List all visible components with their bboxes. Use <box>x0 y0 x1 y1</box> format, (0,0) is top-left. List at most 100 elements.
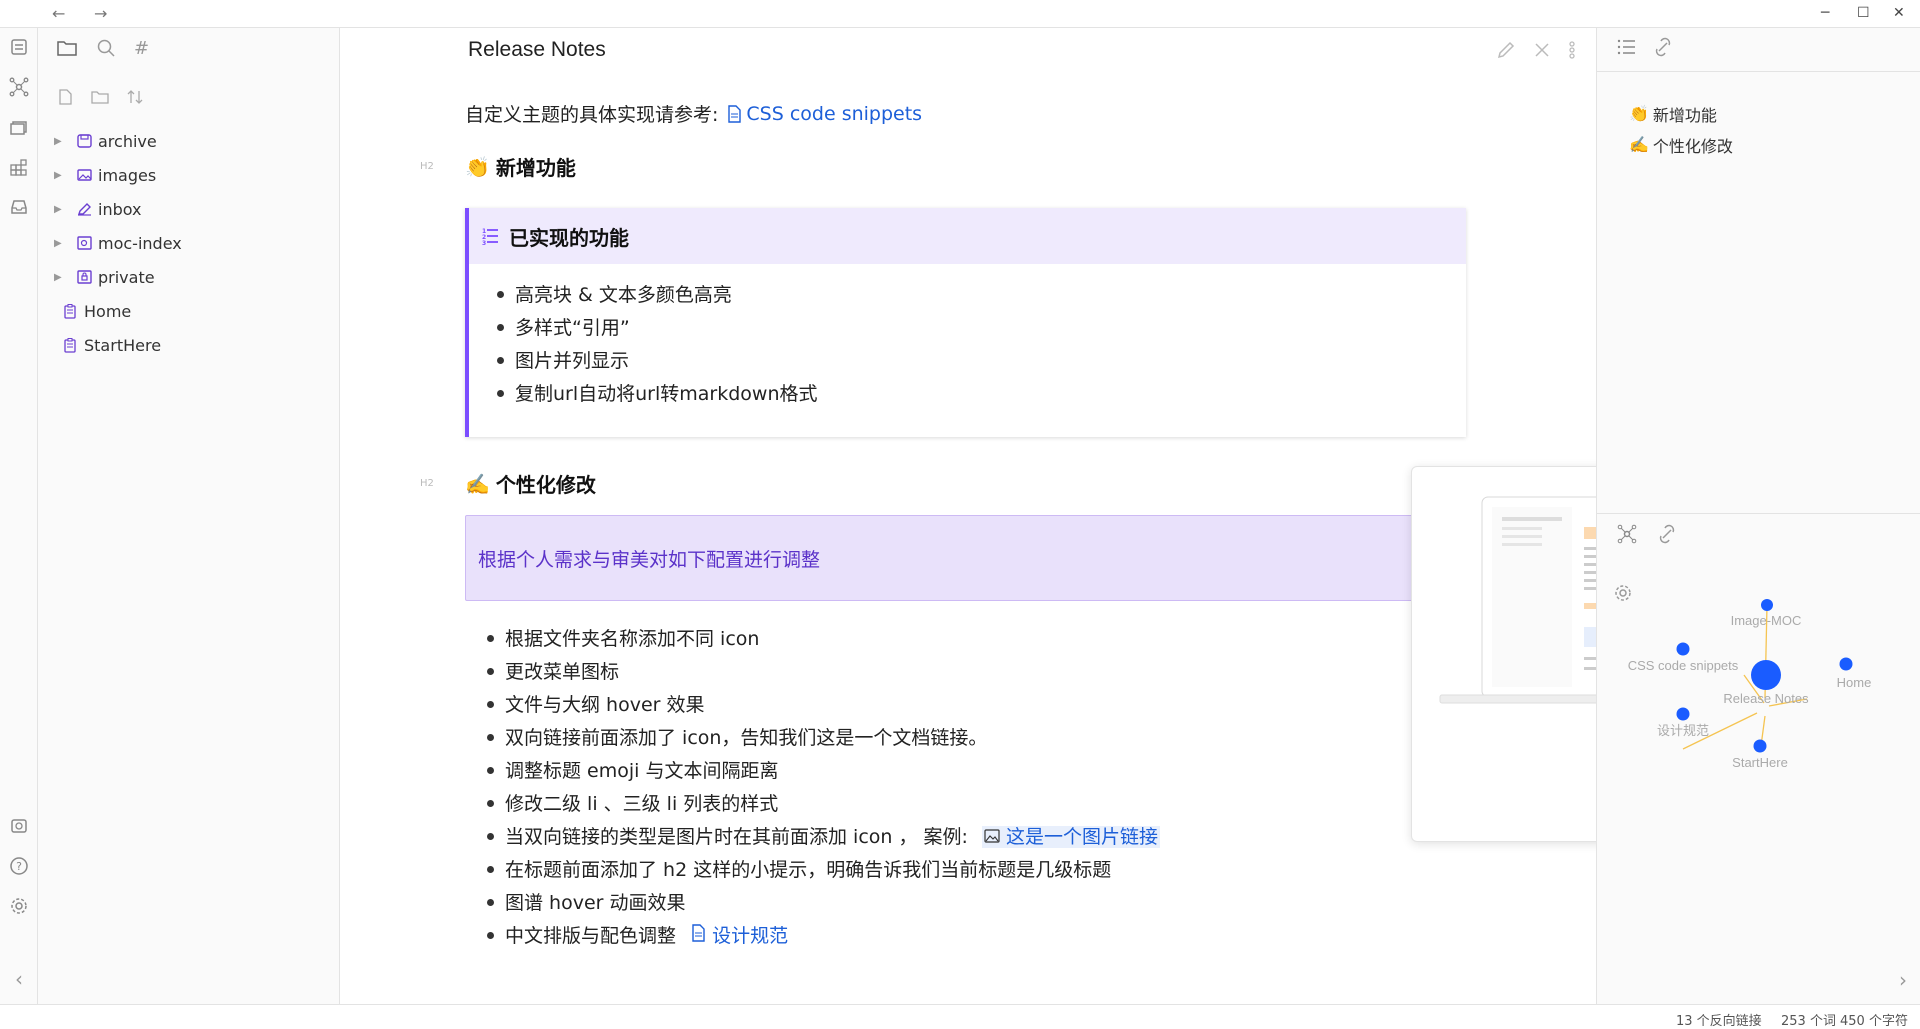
graph-node[interactable] <box>1761 599 1773 611</box>
panel-divider <box>1597 513 1920 514</box>
outline-item[interactable]: ✍️ 个性化修改 <box>1629 129 1920 160</box>
graph-node[interactable] <box>1839 657 1853 671</box>
new-folder-icon[interactable] <box>90 88 110 110</box>
file-explorer: # ▶ archive ▶ images ▶ inbox ▶ moc-index… <box>38 28 340 1004</box>
list-item: 调整标题 emoji 与文本间隔距离 <box>486 756 1160 789</box>
note-title[interactable]: Release Notes <box>468 38 606 62</box>
file-label: Home <box>84 301 132 321</box>
list-item-text: 当双向链接的类型是图片时在其前面添加 icon ， 案例: <box>505 826 968 848</box>
list-item: 双向链接前面添加了 icon，告知我们这是一个文档链接。 <box>486 723 1160 756</box>
plugins-grid-icon[interactable] <box>8 156 30 178</box>
vault-switcher-icon[interactable] <box>8 815 30 837</box>
backlinks-icon[interactable] <box>1653 37 1673 62</box>
link-text[interactable]: CSS code snippets <box>746 103 922 125</box>
settings-gear-icon[interactable] <box>8 895 30 917</box>
search-icon[interactable] <box>96 38 116 63</box>
note-icon <box>62 303 78 319</box>
caret-right-icon[interactable]: ▶ <box>54 204 70 215</box>
word-count: 253 个词 <box>1781 1014 1836 1029</box>
folder-images[interactable]: ▶ images <box>38 158 339 192</box>
help-icon[interactable]: ? <box>8 855 30 877</box>
callout-header: 123 已实现的功能 <box>469 208 1466 264</box>
close-icon[interactable] <box>1534 40 1550 65</box>
heading-new-features: 👏 新增功能 <box>465 152 576 181</box>
backlink-count[interactable]: 13 个反向链接 <box>1676 1010 1762 1029</box>
link-text[interactable]: 这是一个图片链接 <box>1006 826 1158 848</box>
file-home[interactable]: Home <box>38 294 339 328</box>
h2-hint: H2 <box>420 478 434 489</box>
more-options-icon[interactable] <box>1568 40 1576 65</box>
caret-right-icon[interactable]: ▶ <box>54 170 70 181</box>
intro-text: 自定义主题的具体实现请参考: <box>465 104 719 126</box>
list-item: 图谱 hover 动画效果 <box>486 888 1160 921</box>
clap-emoji-icon: 👏 <box>465 154 490 179</box>
list-icon: 123 <box>482 228 498 247</box>
moc-index-folder-icon <box>76 236 92 250</box>
list-item: 高亮块 & 文本多颜色高亮 <box>497 280 1466 313</box>
minimize-button[interactable]: ─ <box>1821 5 1829 21</box>
inbox-tray-icon[interactable] <box>8 196 30 218</box>
maximize-button[interactable]: ☐ <box>1857 5 1870 21</box>
graph-node[interactable] <box>1676 642 1690 656</box>
caret-right-icon[interactable]: ▶ <box>54 272 70 283</box>
list-item-text: 根据文件夹名称添加不同 icon <box>505 628 760 650</box>
caret-right-icon[interactable]: ▶ <box>54 136 70 147</box>
slides-icon[interactable] <box>8 116 30 138</box>
folder-tab-icon[interactable] <box>56 38 78 63</box>
callout-customization: 根据个人需求与审美对如下配置进行调整 <box>465 515 1466 601</box>
image-link-icon <box>984 829 1000 843</box>
collapse-right-icon[interactable]: › <box>1899 968 1907 992</box>
forward-icon[interactable]: → <box>94 4 107 23</box>
backlinks-icon[interactable] <box>1657 524 1677 549</box>
note-icon <box>62 337 78 353</box>
list-item-text: 调整标题 emoji 与文本间隔距离 <box>505 760 779 782</box>
internal-link[interactable]: 设计规范 <box>690 924 788 947</box>
file-tree: ▶ archive ▶ images ▶ inbox ▶ moc-index ▶… <box>38 124 339 362</box>
right-sidebar: 👏 新增功能 ✍️ 个性化修改 Image-MOC CSS code snipp… <box>1596 28 1920 1004</box>
writing-hand-emoji-icon: ✍️ <box>1629 135 1649 154</box>
folder-inbox[interactable]: ▶ inbox <box>38 192 339 226</box>
callout-implemented: 123 已实现的功能 高亮块 & 文本多颜色高亮 多样式“引用” 图片并列显示 … <box>465 208 1466 437</box>
local-graph[interactable]: Image-MOC CSS code snippets Release Note… <box>1597 548 1920 928</box>
graph-node-label: CSS code snippets <box>1628 658 1739 673</box>
private-folder-icon <box>76 270 92 284</box>
status-bar: 13 个反向链接 253 个词 450 个字符 <box>0 1004 1920 1029</box>
graph-node[interactable] <box>1676 707 1690 721</box>
graph-node-label: StartHere <box>1732 755 1788 770</box>
caret-right-icon[interactable]: ▶ <box>54 238 70 249</box>
outline-icon[interactable] <box>1617 38 1637 61</box>
char-count: 450 个字符 <box>1840 1014 1908 1029</box>
outline-item[interactable]: 👏 新增功能 <box>1629 98 1920 129</box>
outline-label: 新增功能 <box>1652 105 1717 125</box>
close-button[interactable]: ✕ <box>1893 5 1905 21</box>
folder-label: moc-index <box>98 233 182 253</box>
graph-node[interactable] <box>1751 660 1781 690</box>
local-graph-icon[interactable] <box>1617 524 1637 549</box>
graph-node[interactable] <box>1753 739 1767 753</box>
graph-view-icon[interactable] <box>8 76 30 98</box>
image-link[interactable]: 这是一个图片链接 <box>981 826 1161 848</box>
internal-link[interactable]: CSS code snippets <box>726 103 922 125</box>
svg-text:?: ? <box>16 860 22 873</box>
edit-pencil-icon[interactable] <box>1496 40 1516 65</box>
sort-icon[interactable] <box>126 88 144 110</box>
file-starthere[interactable]: StartHere <box>38 328 339 362</box>
outline-label: 个性化修改 <box>1652 136 1733 156</box>
archive-folder-icon <box>76 134 92 148</box>
back-icon[interactable]: ← <box>52 4 65 23</box>
command-palette-icon[interactable] <box>8 36 30 58</box>
folder-archive[interactable]: ▶ archive <box>38 124 339 158</box>
list-item: 中文排版与配色调整 设计规范 <box>486 921 1160 954</box>
tag-hash-icon[interactable]: # <box>134 38 149 63</box>
folder-moc-index[interactable]: ▶ moc-index <box>38 226 339 260</box>
list-item: 修改二级 li 、三级 li 列表的样式 <box>486 789 1160 822</box>
link-text[interactable]: 设计规范 <box>712 925 788 947</box>
list-item-text: 双向链接前面添加了 icon，告知我们这是一个文档链接。 <box>505 727 988 749</box>
new-note-icon[interactable] <box>56 88 74 110</box>
document-link-icon <box>692 924 705 942</box>
collapse-left-icon[interactable]: ‹ <box>8 967 30 991</box>
folder-private[interactable]: ▶ private <box>38 260 339 294</box>
list-item-text: 图谱 hover 动画效果 <box>505 892 686 914</box>
list-item: 多样式“引用” <box>497 313 1466 346</box>
h2-hint: H2 <box>420 161 434 172</box>
